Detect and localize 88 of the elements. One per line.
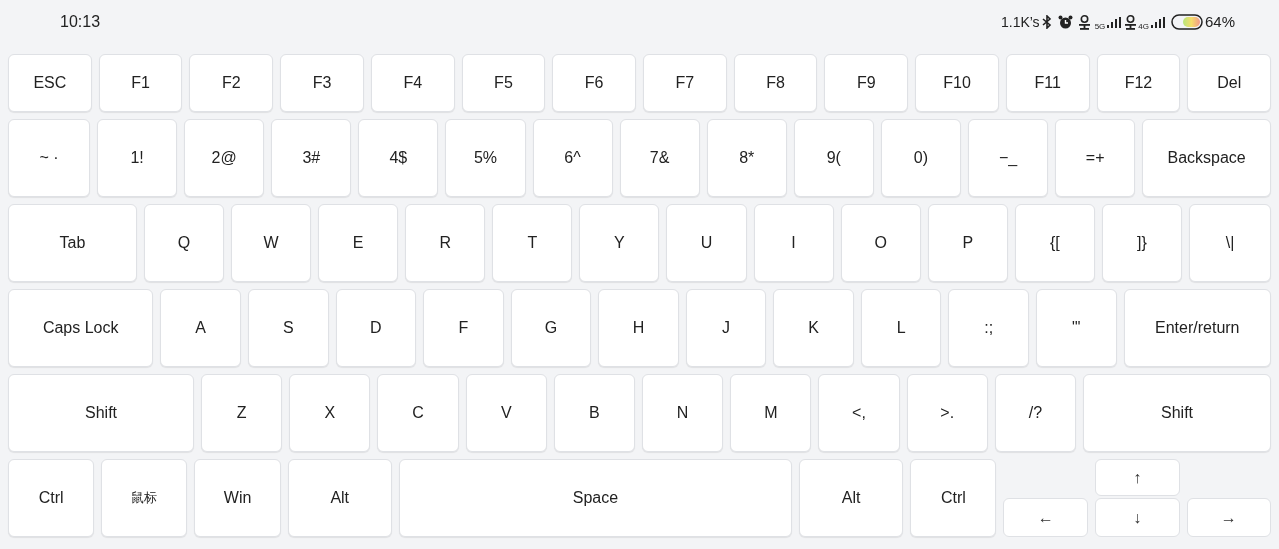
key[interactable]: Caps Lock <box>8 289 154 367</box>
key[interactable]: ]} <box>1101 204 1182 282</box>
key[interactable]: O <box>840 204 921 282</box>
key[interactable]: F11 <box>1005 54 1090 112</box>
key[interactable]: B <box>553 374 636 452</box>
signal-icon <box>1107 16 1122 28</box>
key[interactable]: Y <box>579 204 660 282</box>
key[interactable]: F4 <box>370 54 455 112</box>
arrow-key[interactable]: ↑ <box>1095 459 1180 496</box>
key[interactable]: F5 <box>461 54 546 112</box>
key[interactable]: F9 <box>824 54 909 112</box>
key[interactable]: W <box>231 204 312 282</box>
key[interactable]: ~ · <box>8 119 91 197</box>
key[interactable]: {[ <box>1014 204 1095 282</box>
key[interactable]: >. <box>906 374 988 452</box>
key[interactable]: =+ <box>1055 119 1136 197</box>
key[interactable]: Tab <box>8 204 137 282</box>
key[interactable]: L <box>860 289 942 367</box>
key[interactable]: F10 <box>915 54 999 112</box>
alarm-clock-icon <box>1057 15 1073 29</box>
key[interactable]: T <box>492 204 573 282</box>
key[interactable]: F3 <box>280 54 364 112</box>
key[interactable]: X <box>289 374 371 452</box>
key[interactable]: "' <box>1036 289 1117 367</box>
key[interactable]: P <box>927 204 1008 282</box>
key[interactable]: S <box>247 289 329 367</box>
key[interactable]: −_ <box>968 119 1049 197</box>
key[interactable]: :; <box>948 289 1029 367</box>
key[interactable]: /? <box>994 374 1076 452</box>
key[interactable]: M <box>730 374 812 452</box>
network-speed: 1.1K’s <box>1000 12 1040 32</box>
key[interactable]: F2 <box>189 54 274 112</box>
arrow-key[interactable]: ↓ <box>1095 498 1180 537</box>
key[interactable]: A <box>160 289 241 367</box>
key[interactable]: F7 <box>643 54 727 112</box>
network-type: 4G <box>1138 20 1149 33</box>
key[interactable]: 6^ <box>532 119 613 197</box>
key[interactable]: Ctrl <box>910 459 997 537</box>
key[interactable]: 4$ <box>358 119 439 197</box>
battery-icon <box>1170 14 1203 30</box>
bluetooth-icon <box>1041 15 1052 29</box>
key[interactable]: U <box>666 204 747 282</box>
arrow-key[interactable]: → <box>1186 498 1271 537</box>
key[interactable]: Space <box>398 459 793 537</box>
key[interactable]: H <box>598 289 679 367</box>
key[interactable]: C <box>377 374 459 452</box>
key[interactable]: Shift <box>8 374 195 452</box>
key[interactable]: F1 <box>98 54 183 112</box>
key[interactable]: 8* <box>706 119 787 197</box>
key[interactable]: V <box>465 374 547 452</box>
key[interactable]: Alt <box>799 459 904 537</box>
key[interactable]: J <box>685 289 767 367</box>
key[interactable]: Q <box>143 204 224 282</box>
key[interactable]: Alt <box>287 459 392 537</box>
key[interactable]: Backspace <box>1142 119 1272 197</box>
arrow-key[interactable]: ← <box>1003 498 1088 537</box>
network-type: 5G <box>1094 20 1106 33</box>
status-time: 10:13 <box>60 12 101 32</box>
key[interactable]: Ctrl <box>8 459 95 537</box>
key[interactable]: Win <box>194 459 281 537</box>
key[interactable]: K <box>773 289 854 367</box>
key[interactable]: D <box>335 289 417 367</box>
key[interactable]: G <box>510 289 592 367</box>
key[interactable]: 5% <box>445 119 526 197</box>
key[interactable]: <, <box>818 374 900 452</box>
signal-icon <box>1150 16 1165 28</box>
key[interactable]: Z <box>201 374 283 452</box>
key[interactable]: ESC <box>8 54 92 112</box>
key[interactable]: F <box>423 289 504 367</box>
key[interactable]: Del <box>1187 54 1272 112</box>
key[interactable]: F6 <box>552 54 637 112</box>
key[interactable]: \| <box>1189 204 1272 282</box>
battery-percentage: 64% <box>1204 11 1235 32</box>
key[interactable]: 7& <box>619 119 700 197</box>
key[interactable]: F8 <box>733 54 818 112</box>
key[interactable]: 3# <box>271 119 352 197</box>
key[interactable]: 1! <box>97 119 178 197</box>
key[interactable]: 2@ <box>184 119 265 197</box>
key[interactable]: 0) <box>880 119 961 197</box>
key[interactable]: E <box>318 204 399 282</box>
key[interactable]: 9( <box>793 119 874 197</box>
key[interactable]: F12 <box>1096 54 1181 112</box>
key[interactable]: Shift <box>1082 374 1272 452</box>
key[interactable]: I <box>753 204 834 282</box>
key[interactable]: N <box>642 374 724 452</box>
key[interactable]: 鼠标 <box>101 459 188 537</box>
key[interactable]: Enter/return <box>1123 289 1271 367</box>
key[interactable]: R <box>405 204 486 282</box>
